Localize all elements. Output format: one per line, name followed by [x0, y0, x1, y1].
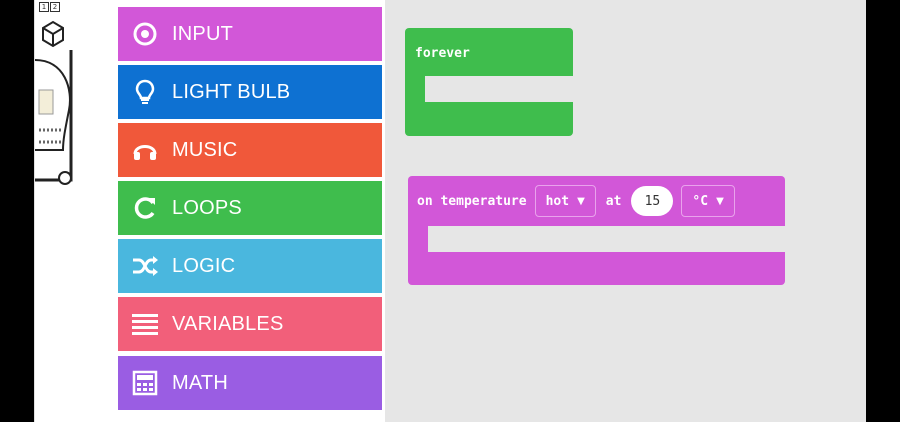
- input-circle-icon: [118, 7, 172, 61]
- toolbox-category-light-bulb[interactable]: LIGHT BULB: [118, 65, 382, 119]
- toolbox: INPUT LIGHT BULB MUSIC LOOPS LOGIC VARIA…: [117, 0, 385, 422]
- chevron-down-icon: ▼: [716, 195, 724, 207]
- calculator-icon: [118, 356, 172, 410]
- forever-block-header[interactable]: forever: [405, 28, 573, 76]
- forever-block-arm: [405, 76, 425, 103]
- shuffle-icon: [118, 239, 172, 293]
- toolbox-category-music[interactable]: MUSIC: [118, 123, 382, 177]
- blocks-workspace[interactable]: forever on temperature hot ▼ at 15 °C ▼: [385, 0, 866, 422]
- temperature-condition-value: hot: [545, 193, 570, 209]
- on-temperature-block-header[interactable]: on temperature hot ▼ at 15 °C ▼: [408, 176, 785, 226]
- toolbox-category-label: INPUT: [172, 22, 233, 45]
- temperature-unit-dropdown[interactable]: °C ▼: [681, 185, 735, 217]
- chevron-down-icon: ▼: [577, 195, 585, 207]
- light-bulb-icon: [118, 65, 172, 119]
- right-border: [866, 0, 900, 422]
- toolbox-category-label: LOGIC: [172, 254, 236, 277]
- simulator-tab-1[interactable]: 1: [39, 2, 49, 12]
- simulator-tab-2[interactable]: 2: [50, 2, 60, 12]
- list-lines-icon: [118, 297, 172, 351]
- toolbox-category-label: VARIABLES: [172, 312, 284, 335]
- headphones-icon: [118, 123, 172, 177]
- toolbox-category-math[interactable]: MATH: [118, 356, 382, 410]
- on-temperature-label: on temperature: [417, 193, 527, 209]
- at-label: at: [605, 193, 622, 209]
- temperature-condition-dropdown[interactable]: hot ▼: [534, 185, 596, 217]
- forever-block-footer: [405, 102, 573, 136]
- temperature-unit-value: °C: [692, 193, 709, 209]
- forever-block-label: forever: [415, 46, 470, 61]
- toolbox-category-label: LOOPS: [172, 196, 242, 219]
- simulator-device-icon[interactable]: [35, 20, 117, 190]
- toolbox-category-label: LIGHT BULB: [172, 80, 291, 103]
- refresh-loop-icon: [118, 181, 172, 235]
- on-temperature-block-footer: [408, 252, 785, 285]
- simulator-panel: 1 2: [34, 0, 117, 422]
- temperature-value-input[interactable]: 15: [631, 186, 674, 216]
- on-temperature-block-arm: [408, 226, 428, 253]
- toolbox-category-variables[interactable]: VARIABLES: [118, 297, 382, 351]
- toolbox-category-label: MUSIC: [172, 138, 238, 161]
- toolbox-category-input[interactable]: INPUT: [118, 7, 382, 61]
- toolbox-category-label: MATH: [172, 371, 228, 394]
- simulator-tabs: 1 2: [39, 2, 60, 12]
- toolbox-category-logic[interactable]: LOGIC: [118, 239, 382, 293]
- toolbox-category-loops[interactable]: LOOPS: [118, 181, 382, 235]
